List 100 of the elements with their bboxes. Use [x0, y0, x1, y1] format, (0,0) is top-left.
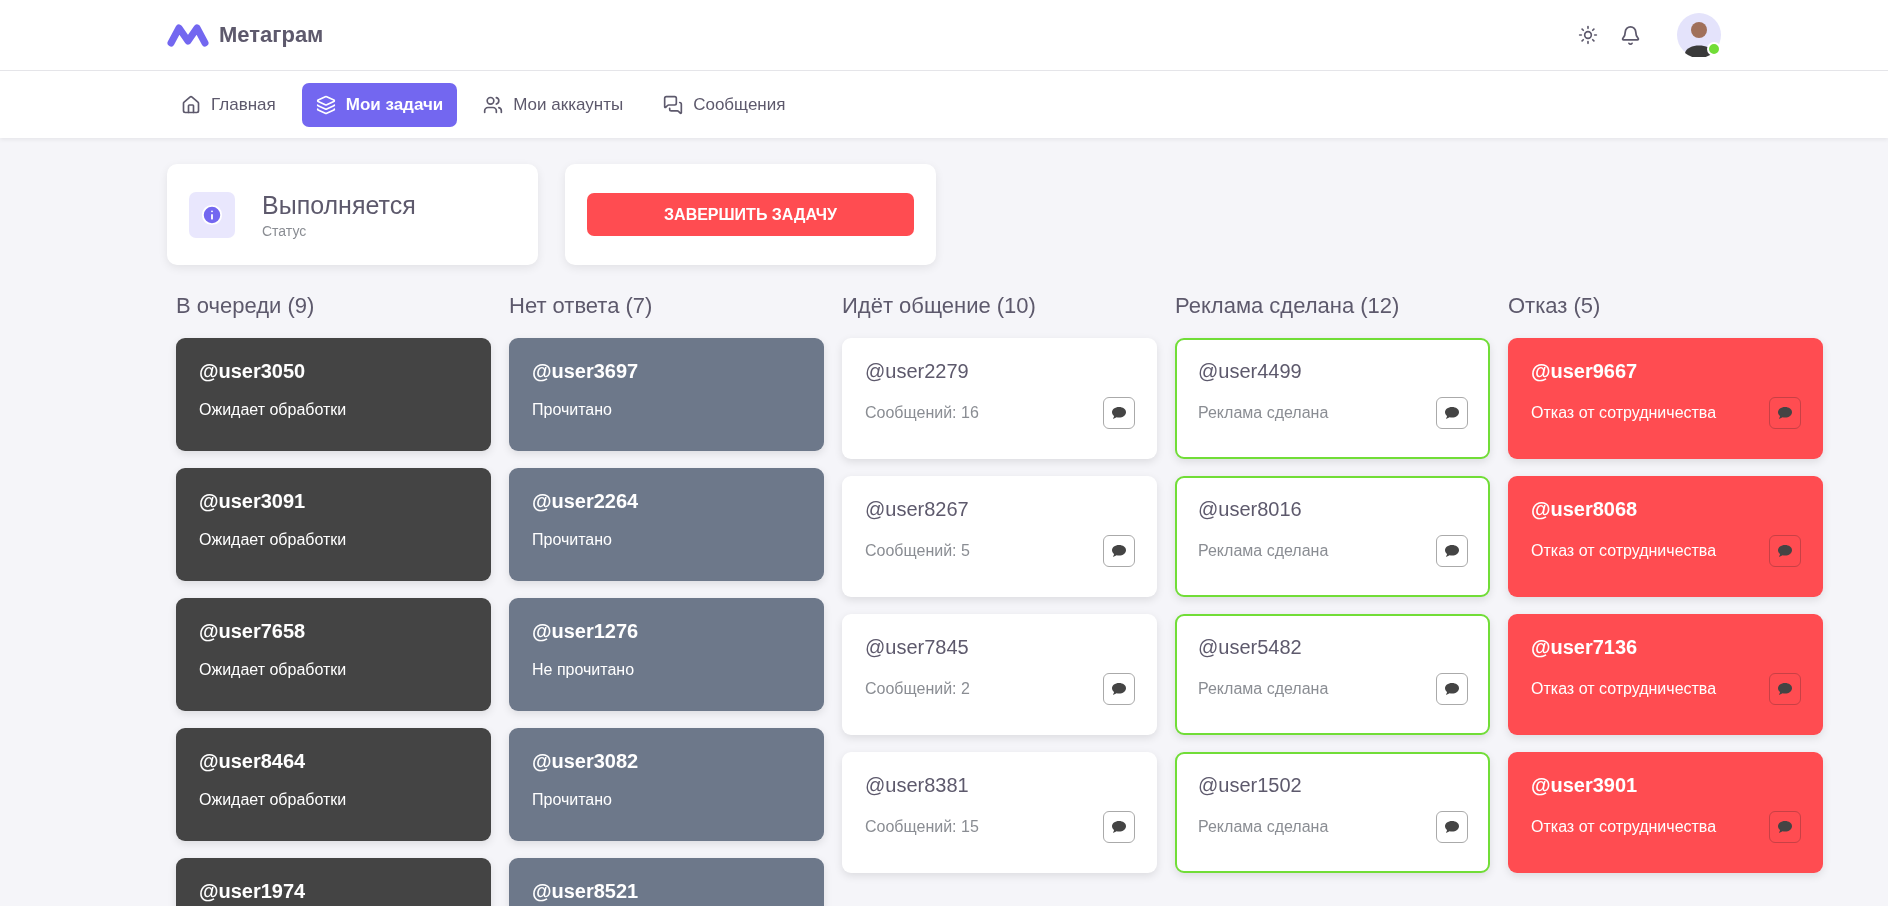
chat-button[interactable] — [1103, 673, 1135, 705]
contact-card[interactable]: @user1276 Не прочитано — [509, 598, 824, 711]
brand-name: Метаграм — [219, 22, 324, 48]
card-status: Реклама сделана — [1198, 404, 1329, 422]
contact-card[interactable]: @user3091 Ожидает обработки — [176, 468, 491, 581]
card-status: Прочитано — [532, 791, 612, 809]
card-status: Прочитано — [532, 401, 612, 419]
contact-card[interactable]: @user8521 — [509, 858, 824, 906]
column-title: Отказ (5) — [1508, 293, 1602, 319]
card-status: Ожидает обработки — [199, 401, 347, 419]
card-status: Отказ от сотрудничества — [1531, 542, 1717, 560]
username: @user8381 — [865, 774, 970, 797]
nav-tab[interactable]: Главная — [167, 82, 290, 127]
notification-icon[interactable] — [1620, 24, 1641, 46]
contact-card[interactable]: @user8381 Сообщений: 15 — [842, 752, 1157, 873]
speech-bubble-icon — [1444, 820, 1460, 834]
username: @user8464 — [199, 750, 307, 773]
card-status: Сообщений: 15 — [865, 818, 979, 836]
card-status: Не прочитано — [532, 661, 635, 679]
logo-icon — [167, 23, 209, 47]
card-status: Ожидает обработки — [199, 531, 347, 549]
username: @user7136 — [1531, 636, 1639, 659]
contact-card[interactable]: @user7658 Ожидает обработки — [176, 598, 491, 711]
speech-bubble-icon — [1444, 682, 1460, 696]
card-status: Прочитано — [532, 531, 612, 549]
card-status: Сообщений: 5 — [865, 542, 970, 560]
info-icon — [201, 203, 223, 226]
contact-card[interactable]: @user7845 Сообщений: 2 — [842, 614, 1157, 735]
nav-tab[interactable]: Мои аккаунты — [469, 82, 638, 127]
speech-bubble-icon — [1111, 406, 1127, 420]
card-status: Реклама сделана — [1198, 818, 1329, 836]
username: @user2279 — [865, 360, 970, 383]
theme-toggle-icon[interactable] — [1578, 25, 1598, 45]
column-title: Реклама сделана (12) — [1175, 293, 1401, 319]
card-status: Реклама сделана — [1198, 542, 1329, 560]
username: @user7845 — [865, 636, 970, 659]
chat-button[interactable] — [1103, 535, 1135, 567]
contact-card[interactable]: @user8464 Ожидает обработки — [176, 728, 491, 841]
username: @user5482 — [1198, 636, 1303, 659]
contact-card[interactable]: @user5482 Реклама сделана — [1175, 614, 1490, 735]
column-title: Идёт общение (10) — [842, 293, 1037, 319]
chat-button[interactable] — [1436, 811, 1468, 843]
card-status: Сообщений: 2 — [865, 680, 970, 698]
column-title: Нет ответа (7) — [509, 293, 654, 319]
contact-card[interactable]: @user2264 Прочитано — [509, 468, 824, 581]
avatar[interactable] — [1677, 13, 1721, 57]
contact-card[interactable]: @user4499 Реклама сделана — [1175, 338, 1490, 459]
contact-card[interactable]: @user8016 Реклама сделана — [1175, 476, 1490, 597]
card-status: Реклама сделана — [1198, 680, 1329, 698]
chat-button[interactable] — [1103, 397, 1135, 429]
contact-card[interactable]: @user2279 Сообщений: 16 — [842, 338, 1157, 459]
username: @user8521 — [532, 880, 640, 903]
contact-card[interactable]: @user3697 Прочитано — [509, 338, 824, 451]
card-status: Ожидает обработки — [199, 661, 347, 679]
column-title: В очереди (9) — [176, 293, 316, 319]
speech-bubble-icon — [1777, 406, 1793, 420]
chat-button[interactable] — [1436, 397, 1468, 429]
contact-card[interactable]: @user1502 Реклама сделана — [1175, 752, 1490, 873]
speech-bubble-icon — [1111, 682, 1127, 696]
username: @user4499 — [1198, 360, 1303, 383]
chat-button[interactable] — [1436, 535, 1468, 567]
card-status: Отказ от сотрудничества — [1531, 818, 1717, 836]
card-status: Отказ от сотрудничества — [1531, 404, 1717, 422]
card-status: Сообщений: 16 — [865, 404, 979, 422]
username: @user8267 — [865, 498, 970, 521]
users-icon — [483, 94, 504, 115]
speech-bubble-icon — [1444, 544, 1460, 558]
username: @user3697 — [532, 360, 640, 383]
chat-button[interactable] — [1436, 673, 1468, 705]
card-status: Ожидает обработки — [199, 791, 347, 809]
username: @user2264 — [532, 490, 640, 513]
username: @user3082 — [532, 750, 640, 773]
nav-tab[interactable]: Сообщения — [649, 82, 800, 127]
status-label: Статус — [262, 222, 308, 239]
username: @user8068 — [1531, 498, 1639, 521]
username: @user1974 — [199, 880, 307, 903]
username: @user3901 — [1531, 774, 1639, 797]
speech-bubble-icon — [1777, 820, 1793, 834]
home-icon — [181, 94, 201, 115]
contact-card[interactable]: @user3082 Прочитано — [509, 728, 824, 841]
contact-card[interactable]: @user3050 Ожидает обработки — [176, 338, 491, 451]
contact-card[interactable]: @user1974 — [176, 858, 491, 906]
speech-bubble-icon — [1777, 682, 1793, 696]
username: @user1276 — [532, 620, 640, 643]
username: @user9667 — [1531, 360, 1639, 383]
chat-icon — [663, 94, 684, 115]
speech-bubble-icon — [1111, 544, 1127, 558]
chat-button[interactable] — [1103, 811, 1135, 843]
username: @user1502 — [1198, 774, 1303, 797]
speech-bubble-icon — [1777, 544, 1793, 558]
username: @user3091 — [199, 490, 307, 513]
card-status: Отказ от сотрудничества — [1531, 680, 1717, 698]
nav-tab[interactable]: Мои задачи — [301, 82, 458, 127]
status-value: Выполняется — [262, 190, 416, 220]
username: @user7658 — [199, 620, 307, 643]
speech-bubble-icon — [1444, 406, 1460, 420]
username: @user3050 — [199, 360, 307, 383]
layers-icon — [315, 94, 336, 115]
contact-card[interactable]: @user8267 Сообщений: 5 — [842, 476, 1157, 597]
speech-bubble-icon — [1111, 820, 1127, 834]
